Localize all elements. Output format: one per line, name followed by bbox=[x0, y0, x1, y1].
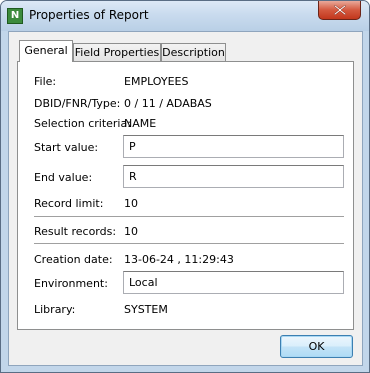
creation-date-label: Creation date: bbox=[34, 253, 113, 266]
record-limit-value: 10 bbox=[124, 197, 138, 210]
start-value-field[interactable]: P bbox=[123, 135, 344, 158]
file-value: EMPLOYEES bbox=[124, 75, 189, 88]
separator bbox=[34, 243, 344, 245]
tab-description[interactable]: Description bbox=[161, 43, 226, 61]
result-records-value: 10 bbox=[124, 225, 138, 238]
file-label: File: bbox=[34, 75, 57, 88]
library-label: Library: bbox=[34, 303, 76, 316]
general-tab-panel: File: EMPLOYEES DBID/FNR/Type: 0 / 11 / … bbox=[17, 61, 354, 330]
end-value-field[interactable]: R bbox=[123, 165, 344, 188]
separator bbox=[34, 216, 344, 218]
library-value: SYSTEM bbox=[124, 303, 168, 316]
dialog-client-area: General Field Properties Description Fil… bbox=[8, 31, 363, 366]
properties-dialog: N Properties of Report General Field Pro… bbox=[0, 0, 370, 373]
dbid-label: DBID/FNR/Type: bbox=[34, 97, 121, 110]
environment-label: Environment: bbox=[34, 277, 108, 290]
natural-app-icon: N bbox=[7, 8, 23, 24]
tab-general[interactable]: General bbox=[19, 40, 73, 62]
end-value-label: End value: bbox=[34, 171, 93, 184]
dbid-value: 0 / 11 / ADABAS bbox=[124, 97, 212, 110]
title-bar[interactable]: N Properties of Report bbox=[1, 1, 369, 31]
ok-button[interactable]: OK bbox=[280, 335, 353, 358]
record-limit-label: Record limit: bbox=[34, 197, 104, 210]
environment-field[interactable]: Local bbox=[123, 271, 344, 294]
selection-criteria-value: NAME bbox=[124, 117, 157, 130]
result-records-label: Result records: bbox=[34, 225, 117, 238]
creation-date-value: 13-06-24 , 11:29:43 bbox=[124, 253, 234, 266]
tab-field-properties[interactable]: Field Properties bbox=[73, 43, 161, 61]
selection-criteria-label: Selection criteria: bbox=[34, 117, 131, 130]
close-icon bbox=[334, 5, 346, 15]
start-value-label: Start value: bbox=[34, 141, 99, 154]
window-title: Properties of Report bbox=[29, 8, 149, 22]
close-button[interactable] bbox=[318, 1, 361, 20]
